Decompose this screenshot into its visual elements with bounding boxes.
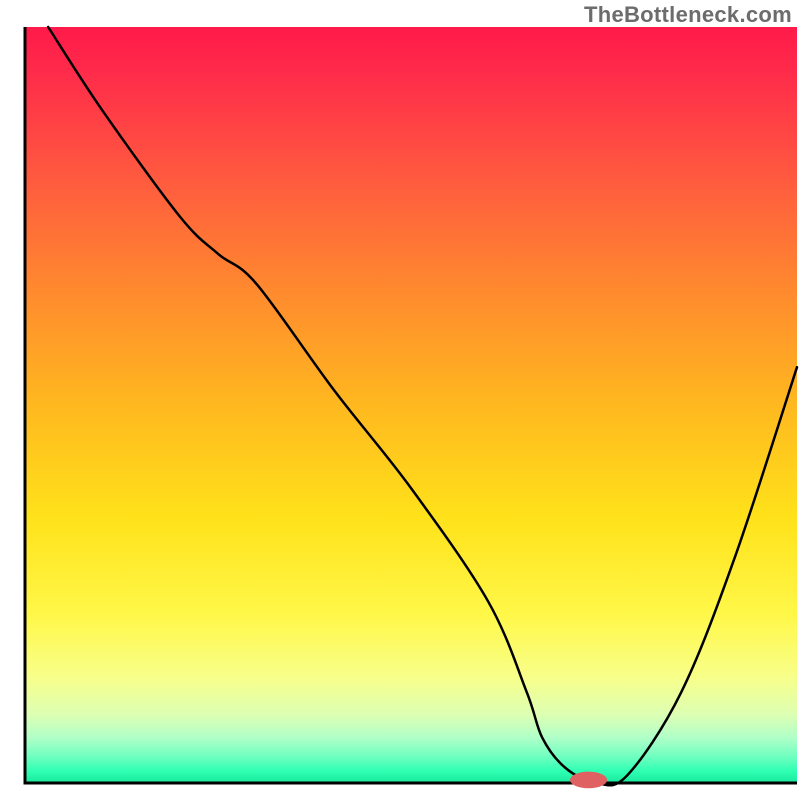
optimal-marker: [570, 772, 607, 789]
plot-background: [25, 27, 797, 783]
bottleneck-chart: [0, 0, 800, 800]
watermark-text: TheBottleneck.com: [584, 2, 792, 28]
chart-container: TheBottleneck.com: [0, 0, 800, 800]
